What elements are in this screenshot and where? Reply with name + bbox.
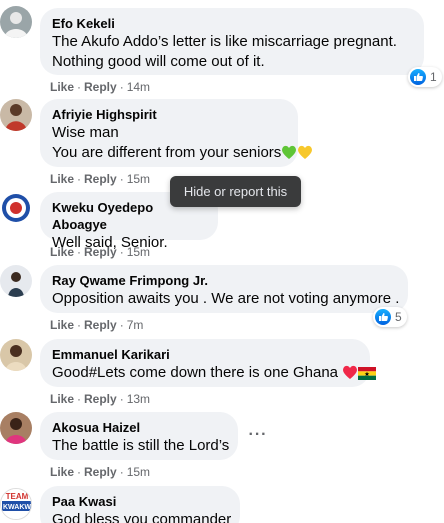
reaction-count[interactable]: 5: [373, 307, 407, 327]
comment-bubble: Paa Kwasi God bless you commander: [40, 486, 240, 523]
comment-text: You are different from your seniors: [52, 143, 313, 166]
reply-link[interactable]: Reply: [84, 392, 117, 406]
like-link[interactable]: Like: [50, 465, 74, 479]
like-link[interactable]: Like: [50, 245, 74, 259]
comment-author[interactable]: Paa Kwasi: [52, 493, 228, 510]
avatar-logo-text: KWAKW: [3, 504, 31, 511]
red-heart-icon: [342, 365, 358, 386]
comment-time[interactable]: 15m: [127, 172, 150, 186]
comment-time[interactable]: 14m: [127, 80, 150, 94]
like-link[interactable]: Like: [50, 392, 74, 406]
avatar[interactable]: [0, 339, 32, 371]
ghana-flag-icon: [358, 366, 377, 386]
reply-link[interactable]: Reply: [84, 172, 117, 186]
comment-author[interactable]: Ray Qwame Frimpong Jr.: [52, 272, 396, 289]
comment-time[interactable]: 7m: [127, 318, 144, 332]
comment-text: Opposition awaits you . We are not votin…: [52, 290, 400, 307]
avatar[interactable]: [0, 6, 32, 38]
reaction-count[interactable]: 1: [408, 67, 442, 87]
reply-link[interactable]: Reply: [84, 245, 117, 259]
comment-text-line: You are different from your seniors: [52, 144, 282, 161]
like-link[interactable]: Like: [50, 172, 74, 186]
avatar[interactable]: [0, 265, 32, 297]
comment-author[interactable]: Emmanuel Karikari: [52, 346, 358, 363]
comment-author[interactable]: Akosua Haizel: [52, 419, 226, 436]
comment-bubble: Ray Qwame Frimpong Jr. Opposition awaits…: [40, 265, 408, 313]
like-link[interactable]: Like: [50, 318, 74, 332]
tooltip: Hide or report this: [170, 176, 301, 207]
yellow-heart-icon: [297, 145, 313, 166]
comment-text: The Akufo Addo’s letter is like miscarri…: [52, 33, 397, 50]
comment-actions: Like · Reply · 15m: [50, 172, 151, 186]
comment-bubble: Akosua Haizel The battle is still the Lo…: [40, 412, 238, 460]
comment-text: God bless you commander: [52, 511, 232, 523]
comment-bubble: Emmanuel Karikari Good#Lets come down th…: [40, 339, 377, 387]
comment-text-line: Good#Lets come down there is one Ghana: [52, 364, 339, 381]
reply-link[interactable]: Reply: [84, 465, 117, 479]
reply-link[interactable]: Reply: [84, 318, 117, 332]
comment-actions: Like · Reply · 15m: [50, 465, 151, 479]
comment-bubble: Afriyie Highspirit Wise man You are diff…: [40, 99, 313, 167]
reaction-count-label: 5: [395, 310, 402, 324]
comment-actions: Like · Reply · 15m: [50, 245, 151, 259]
comment-text: Good#Lets come down there is one Ghana: [52, 363, 377, 386]
thumbs-up-icon: [410, 69, 426, 85]
avatar[interactable]: [0, 192, 32, 224]
comment-actions: Like · Reply · 7m: [50, 318, 144, 332]
green-heart-icon: [281, 145, 297, 166]
reply-link[interactable]: Reply: [84, 80, 117, 94]
comment-actions: Like · Reply · 14m: [50, 80, 151, 94]
comment-text: Nothing good will come out of it.: [52, 53, 265, 70]
avatar-logo-text: TEAM: [6, 492, 29, 501]
avatar[interactable]: [0, 412, 32, 444]
comment-bubble: Efo Kekeli The Akufo Addo’s letter is li…: [40, 8, 424, 75]
more-options-icon[interactable]: ···: [246, 425, 270, 445]
avatar[interactable]: TEAM KWAKW: [0, 488, 32, 520]
like-link[interactable]: Like: [50, 80, 74, 94]
avatar[interactable]: [0, 99, 32, 131]
comment-text: Wise man: [52, 124, 119, 141]
comment-time[interactable]: 13m: [127, 392, 150, 406]
comment-text: The battle is still the Lord’s: [52, 437, 230, 454]
comment-time[interactable]: 15m: [127, 465, 150, 479]
comment-author[interactable]: Afriyie Highspirit: [52, 106, 286, 123]
comment-time[interactable]: 15m: [127, 245, 150, 259]
thumbs-up-icon: [375, 309, 391, 325]
reaction-count-label: 1: [430, 70, 437, 84]
comment-author[interactable]: Efo Kekeli: [52, 15, 412, 32]
comment-actions: Like · Reply · 13m: [50, 392, 151, 406]
